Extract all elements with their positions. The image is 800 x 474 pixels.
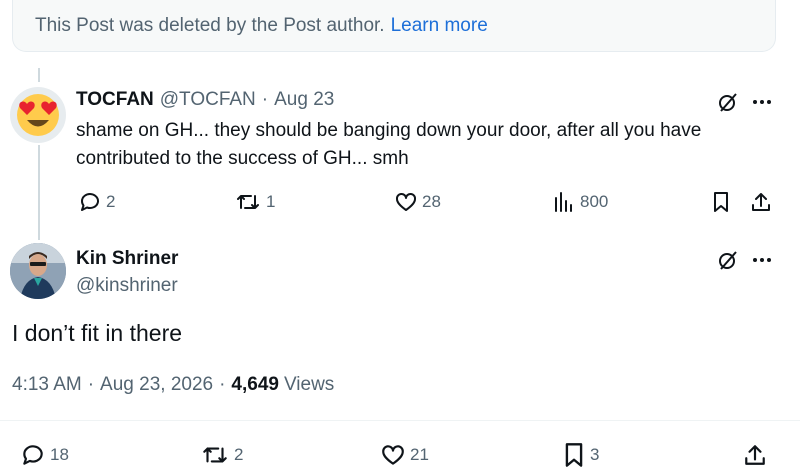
post-views-label: Views — [283, 374, 335, 395]
grok-icon — [719, 93, 737, 112]
more-icon — [753, 258, 771, 262]
learn-more-link[interactable]: Learn more — [391, 15, 488, 37]
post-time[interactable]: 4:13 AM — [12, 374, 82, 396]
reply-views-button[interactable]: 800 — [552, 190, 608, 214]
reply-text: shame on GH... they should be banging do… — [76, 120, 702, 169]
reply-reply-button[interactable]: 2 — [78, 190, 115, 214]
bookmark-icon — [565, 443, 583, 467]
more-icon — [753, 100, 771, 104]
repost-icon — [203, 447, 227, 463]
reply-icon — [81, 193, 99, 211]
bookmark-icon — [714, 192, 728, 212]
reply-repost-count: 1 — [266, 192, 276, 211]
thread-line-middle — [38, 145, 40, 240]
like-icon — [396, 192, 416, 211]
views-icon — [555, 192, 572, 212]
repost-icon — [237, 195, 259, 209]
post-view-count: 4,649 — [231, 374, 279, 395]
like-icon — [382, 445, 404, 465]
post-more-button[interactable] — [748, 246, 776, 274]
post-meta: 4:13 AM · Aug 23, 2026 · 4,649 Views — [12, 374, 334, 396]
grok-icon — [719, 251, 737, 270]
post-bookmark-button[interactable]: 3 — [562, 442, 599, 468]
reply-more-button[interactable] — [748, 88, 776, 116]
reply-author-handle[interactable]: @TOCFAN — [160, 89, 256, 111]
reply-header: TOCFAN @TOCFAN · Aug 23 — [76, 89, 334, 111]
reply-avatar[interactable] — [10, 87, 66, 143]
person-photo-icon — [10, 243, 66, 299]
post-avatar[interactable] — [10, 243, 66, 299]
reply-icon — [23, 445, 43, 465]
post-author-handle[interactable]: @kinshriner — [76, 275, 178, 297]
reply-grok-button[interactable] — [714, 88, 742, 116]
meta-divider — [0, 420, 800, 421]
post-author-name[interactable]: Kin Shriner — [76, 248, 178, 270]
post-repost-button[interactable]: 2 — [200, 442, 243, 468]
reply-view-count: 800 — [580, 192, 609, 211]
post-meta-separator: · — [87, 374, 95, 395]
heart-eyes-emoji-icon — [17, 94, 59, 136]
post-date[interactable]: Aug 23, 2026 — [100, 374, 213, 396]
deleted-post-text: This Post was deleted by the Post author… — [35, 14, 385, 36]
post-repost-count: 2 — [234, 445, 244, 464]
reply-like-button[interactable]: 28 — [394, 190, 441, 214]
post-share-button[interactable] — [740, 440, 770, 470]
share-icon — [745, 445, 765, 465]
share-icon — [752, 193, 770, 211]
reply-author-name[interactable]: TOCFAN — [76, 89, 154, 111]
post-bookmark-count: 3 — [590, 445, 600, 464]
post-like-button[interactable]: 21 — [380, 442, 429, 468]
post-grok-button[interactable] — [714, 246, 742, 274]
reply-like-count: 28 — [422, 192, 441, 211]
reply-share-button[interactable] — [748, 189, 774, 215]
post-meta-separator-2: · — [219, 374, 226, 395]
post-reply-count: 18 — [50, 445, 69, 464]
reply-repost-button[interactable]: 1 — [234, 190, 275, 214]
thread-line-top — [38, 68, 40, 82]
post-like-count: 21 — [410, 445, 429, 464]
reply-date[interactable]: Aug 23 — [274, 89, 334, 111]
post-text: I don’t fit in there — [12, 320, 183, 346]
reply-bookmark-button[interactable] — [708, 189, 734, 215]
deleted-post-notice: This Post was deleted by the Post author… — [12, 0, 776, 52]
post-reply-button[interactable]: 18 — [20, 442, 69, 468]
reply-reply-count: 2 — [106, 192, 116, 211]
reply-separator: · — [261, 89, 269, 110]
